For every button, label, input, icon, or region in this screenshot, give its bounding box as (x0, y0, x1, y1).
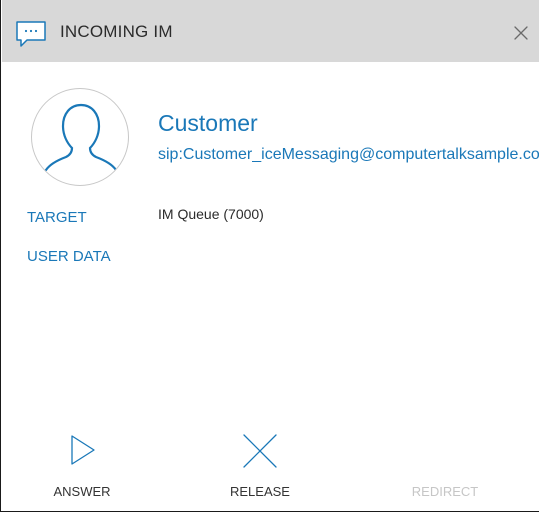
answer-button[interactable]: ANSWER (42, 420, 122, 511)
redirect-label: REDIRECT (411, 484, 479, 499)
close-icon (514, 26, 528, 40)
contact-name: Customer (158, 110, 258, 136)
chat-bubble-icon (14, 19, 48, 49)
answer-label: ANSWER (53, 484, 111, 499)
close-button[interactable] (510, 22, 532, 44)
play-icon (68, 432, 98, 473)
title-bar: INCOMING IM (2, 0, 539, 62)
redirect-button: REDIRECT (400, 420, 490, 511)
release-label: RELEASE (230, 484, 290, 499)
avatar (31, 88, 129, 186)
release-button[interactable]: RELEASE (220, 420, 300, 511)
person-outline-icon (44, 103, 118, 172)
incoming-im-window: INCOMING IM Customer sip:Customer_iceMes… (0, 0, 539, 512)
action-bar: ANSWER RELEASE REDIRECT (2, 420, 539, 511)
target-value: IM Queue (7000) (158, 206, 264, 222)
window-title: INCOMING IM (60, 22, 173, 41)
x-icon (241, 432, 279, 475)
user-data-link[interactable]: USER DATA (27, 248, 111, 265)
contact-sip-address: sip:Customer_iceMessaging@computertalksa… (158, 146, 539, 163)
target-label: TARGET (27, 209, 87, 226)
